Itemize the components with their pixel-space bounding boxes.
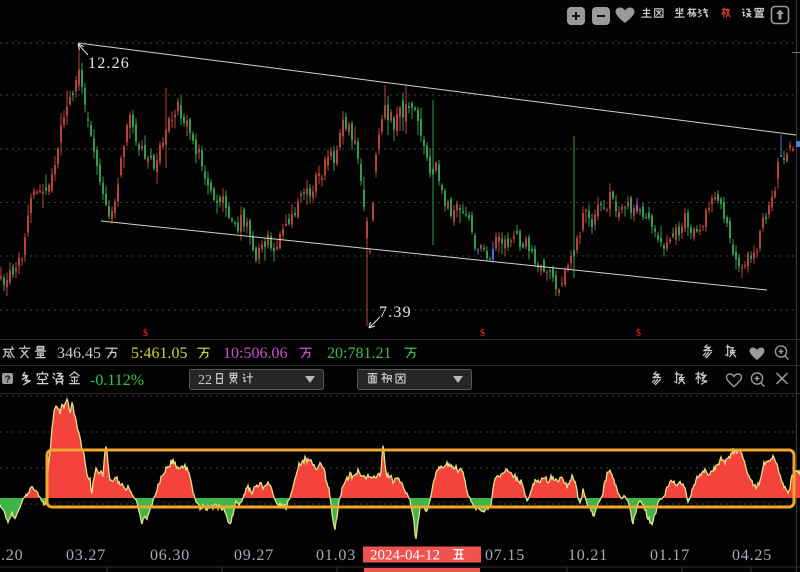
svg-text:09.27: 09.27 bbox=[234, 547, 274, 564]
svg-text:7.39: 7.39 bbox=[379, 304, 412, 321]
svg-text:04.25: 04.25 bbox=[732, 547, 772, 564]
svg-text:07.15: 07.15 bbox=[485, 547, 525, 564]
svg-text:$: $ bbox=[636, 328, 641, 339]
svg-text:346.45: 346.45 bbox=[57, 345, 101, 362]
svg-text:10.21: 10.21 bbox=[568, 547, 608, 564]
svg-text:22: 22 bbox=[198, 373, 212, 388]
svg-text:20:781.21: 20:781.21 bbox=[327, 345, 391, 362]
svg-text:2024-04-12: 2024-04-12 bbox=[370, 548, 440, 564]
svg-text:$: $ bbox=[480, 328, 485, 339]
svg-text:06.30: 06.30 bbox=[150, 547, 190, 564]
svg-text:01.17: 01.17 bbox=[650, 547, 690, 564]
svg-text:.20: .20 bbox=[1, 547, 23, 564]
svg-text:$: $ bbox=[143, 328, 148, 339]
svg-text:03.27: 03.27 bbox=[66, 547, 106, 564]
svg-text:12.26: 12.26 bbox=[88, 55, 130, 72]
svg-text:5:461.05: 5:461.05 bbox=[131, 345, 187, 362]
svg-text:?: ? bbox=[5, 375, 11, 386]
svg-text:01.03: 01.03 bbox=[316, 547, 356, 564]
svg-text:-0.112%: -0.112% bbox=[90, 372, 144, 389]
svg-text:10:506.06: 10:506.06 bbox=[223, 345, 287, 362]
